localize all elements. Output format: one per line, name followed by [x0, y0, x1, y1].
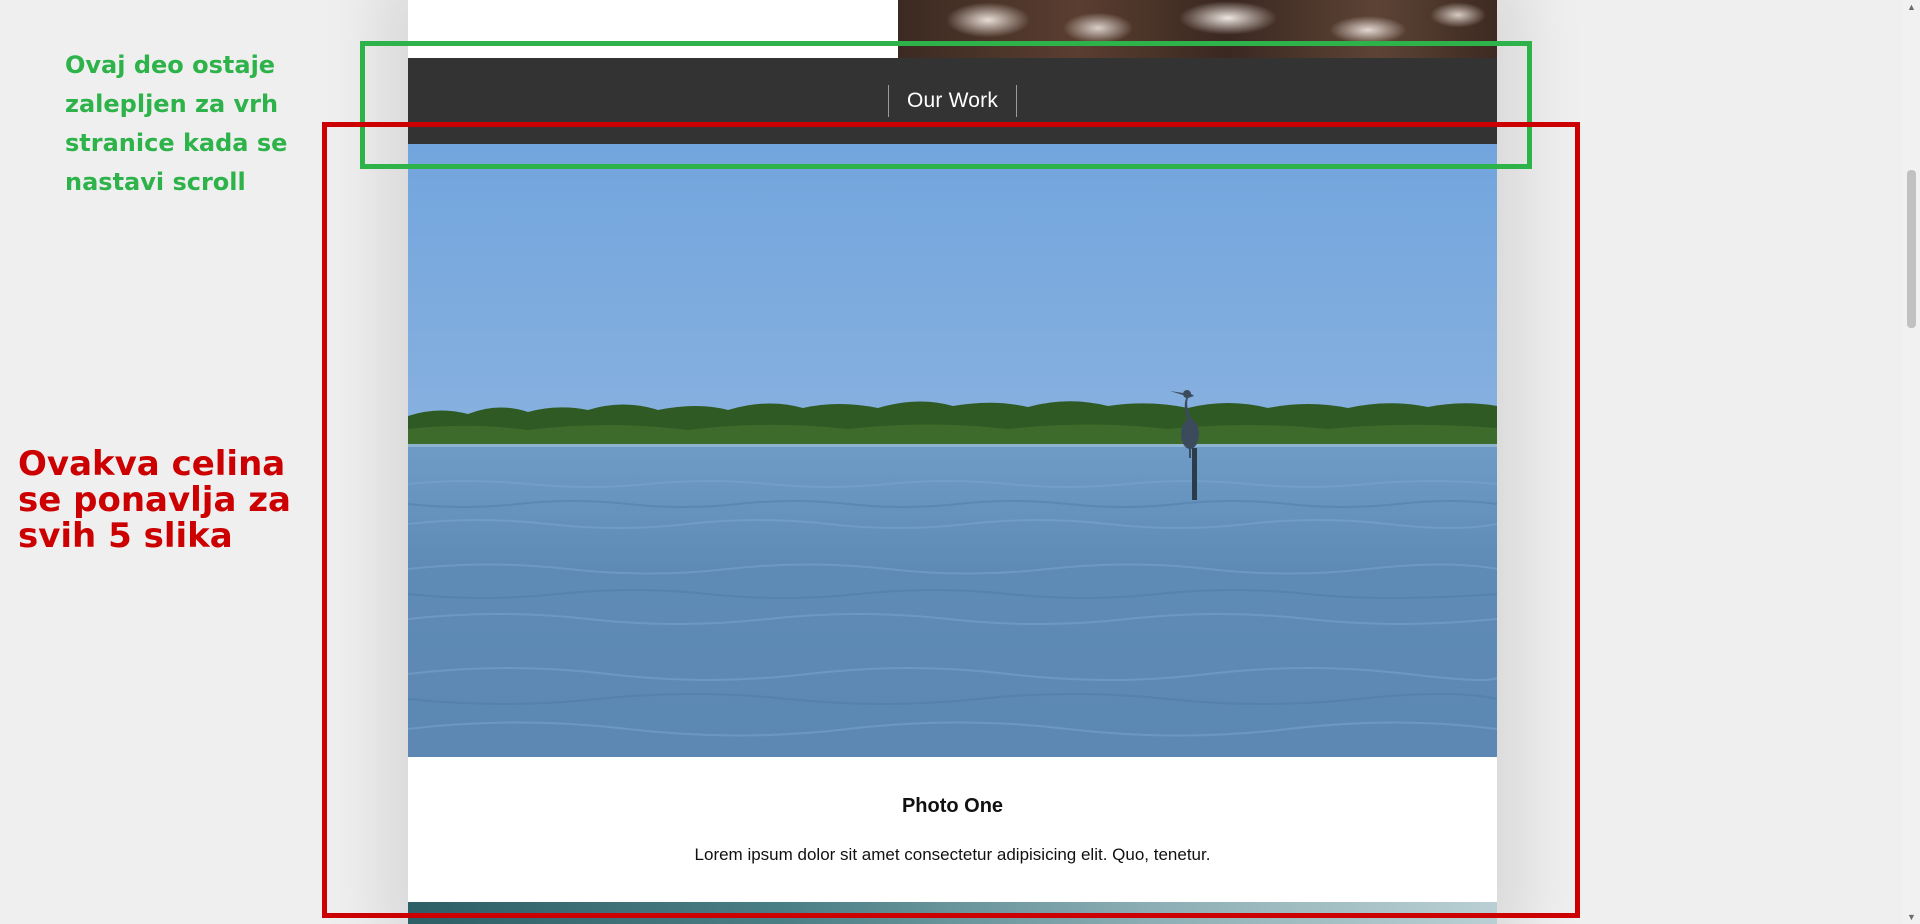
photo-image [408, 144, 1497, 757]
sticky-nav-annotation: Ovaj deo ostaje zalepljen za vrh stranic… [65, 51, 288, 196]
triangle-up-icon[interactable]: ▲ [1903, 0, 1920, 14]
browser-viewport: Our Work Photo One Lorem ipsum dolor sit… [0, 0, 1920, 924]
photo-title: Photo One [901, 795, 1004, 817]
nav-link-our-work[interactable]: Our Work [887, 85, 1018, 117]
repeated-section-annotation: Ovakva celina se ponavlja za svih 5 slik… [18, 444, 291, 556]
page-column: Our Work Photo One Lorem ipsum dolor sit… [408, 0, 1497, 924]
sticky-navbar: Our Work [408, 58, 1497, 144]
triangle-down-icon[interactable]: ▼ [1903, 910, 1920, 924]
next-photo-preview [408, 902, 1497, 924]
photo-caption: Photo One Lorem ipsum dolor sit amet con… [408, 757, 1497, 902]
page-scrollbar[interactable]: ▲ ▼ [1903, 0, 1920, 924]
previous-section-white [408, 0, 898, 58]
previous-section-photo [898, 0, 1497, 58]
photo-description: Lorem ipsum dolor sit amet consectetur a… [694, 845, 1211, 864]
scrollbar-thumb[interactable] [1907, 170, 1916, 328]
